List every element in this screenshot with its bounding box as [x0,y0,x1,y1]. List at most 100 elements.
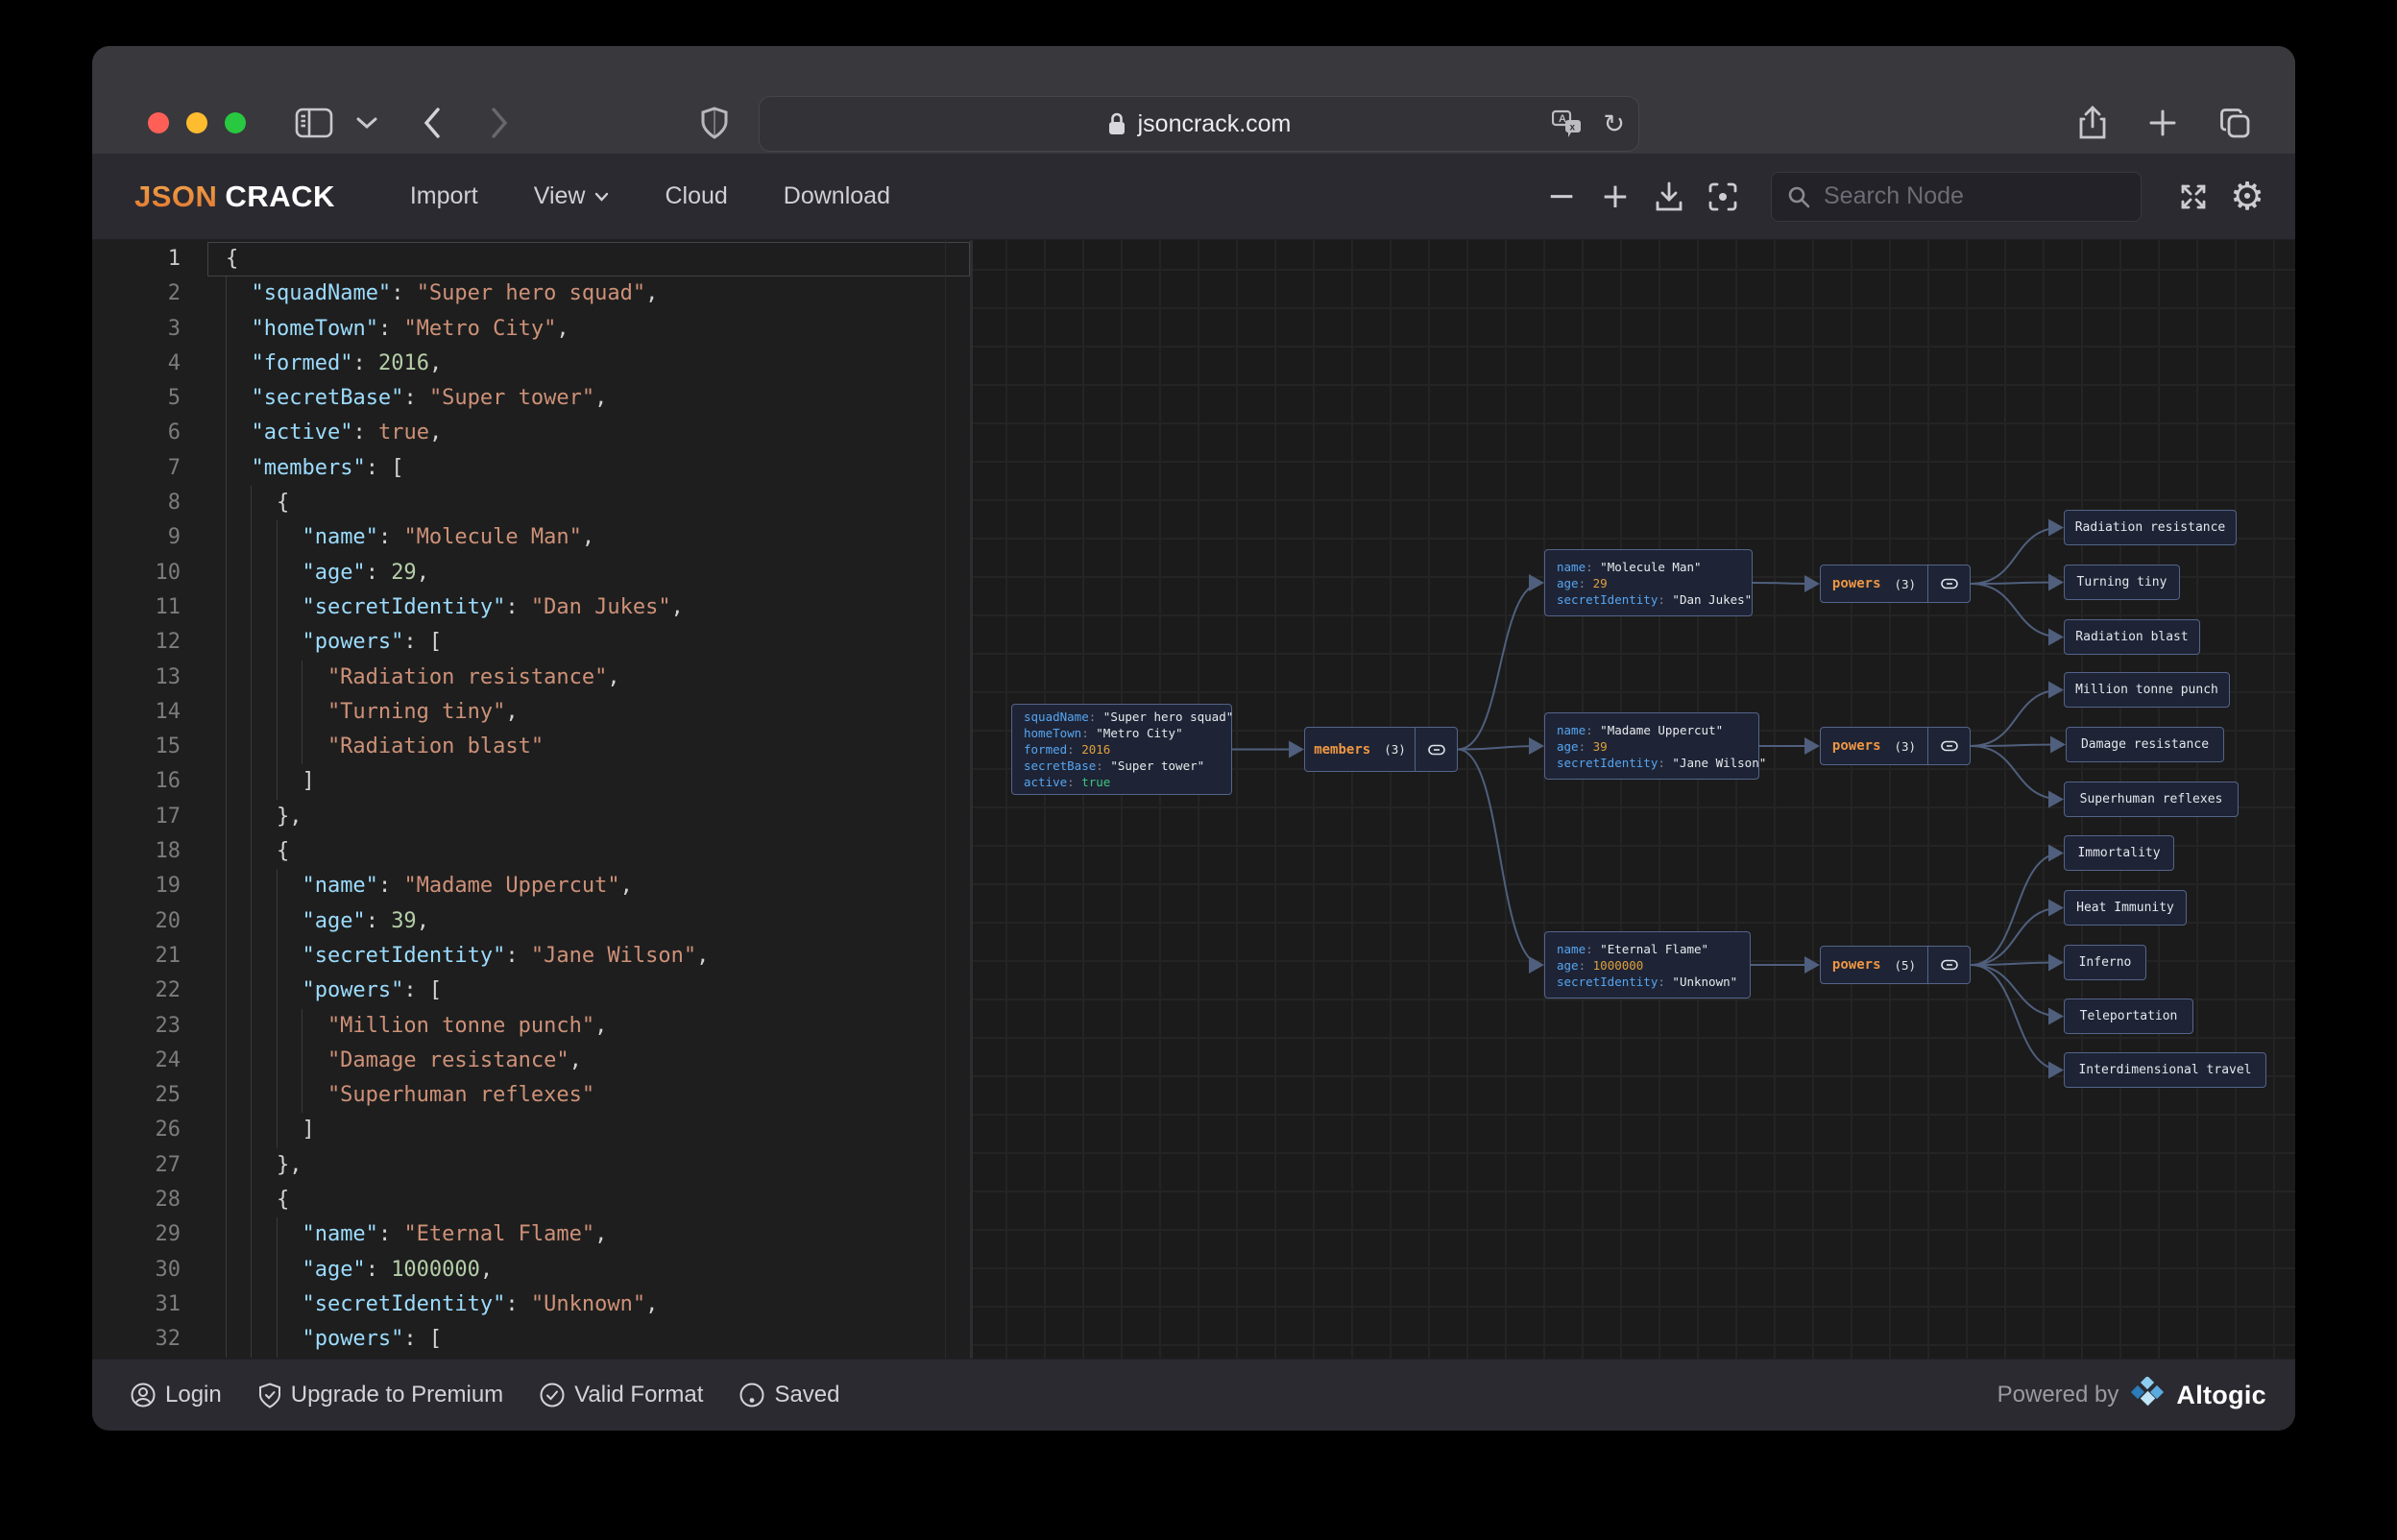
line-number: 27 [155,1152,182,1177]
code-line: 18{ [92,834,970,869]
graph-node-tel[interactable]: Teleportation [2064,999,2193,1034]
line-number: 11 [155,594,182,619]
graph-node-sr[interactable]: Superhuman reflexes [2064,782,2239,817]
status-bar: Login Upgrade to Premium Valid Format Sa… [92,1359,2295,1431]
main-content: 1{2 "squadName": "Super hero squad", 3 "hom… [92,240,2295,1359]
lock-icon [1108,112,1125,134]
tab-overview-button[interactable] [2213,100,2259,146]
code-line: 17}, [92,800,970,834]
graph-node-imm[interactable]: Immortality [2064,835,2174,871]
line-number: 8 [167,491,181,516]
menu-download[interactable]: Download [784,182,890,210]
expand-link-icon[interactable] [1927,947,1970,983]
line-number: 2 [167,281,181,306]
line-number: 23 [155,1013,182,1038]
translate-button[interactable]: A x [1552,97,1585,151]
code-line: 13 "Radiation resistance", [92,661,970,695]
graph-node-inf[interactable]: Inferno [2064,945,2146,980]
line-number: 7 [167,455,181,480]
minimize-window-button[interactable] [186,112,207,133]
line-number: 30 [155,1257,182,1282]
chevron-down-icon [356,117,377,130]
shield-check-icon [258,1382,280,1408]
expand-link-icon[interactable] [1927,565,1970,602]
download-icon [1656,181,1683,210]
menu-view[interactable]: View [534,182,610,210]
graph-node-rb[interactable]: Radiation blast [2064,619,2200,655]
close-window-button[interactable] [148,112,169,133]
download-image-button[interactable] [1642,170,1696,224]
toolbar-chevron-button[interactable] [344,100,390,146]
code-line: 4 "formed": 2016, [92,347,970,381]
code-line: 14 "Turning tiny", [92,695,970,730]
line-number: 5 [167,386,181,411]
menu-cloud[interactable]: Cloud [665,182,727,210]
code-line: 29 "name": "Eternal Flame", [92,1217,970,1252]
logo-crack: CRACK [225,179,335,213]
json-editor[interactable]: 1{2 "squadName": "Super hero squad", 3 "hom… [92,240,970,1359]
line-number: 15 [155,734,182,759]
line-number: 29 [155,1222,182,1247]
app-logo[interactable]: JSON CRACK [134,180,335,214]
graph-node-root[interactable]: squadName: "Super hero squad" homeTown: "… [1011,704,1233,795]
upgrade-premium-button[interactable]: Upgrade to Premium [258,1382,503,1408]
line-number: 17 [155,804,182,829]
line-number: 12 [155,630,182,655]
search-icon [1788,186,1810,207]
graph-node-molecule[interactable]: name: "Molecule Man" age: 29 secretIdentit… [1544,549,1753,616]
new-tab-button[interactable] [2140,100,2186,146]
url-bar[interactable]: jsoncrack.com A x ↻ [759,96,1639,152]
browser-toolbar: jsoncrack.com A x ↻ [92,46,2295,154]
graph-node-hi[interactable]: Heat Immunity [2064,890,2187,926]
svg-text:A: A [1559,113,1566,125]
graph-node-madame[interactable]: name: "Madame Uppercut" age: 39 secretIden… [1544,712,1766,780]
graph-node-eternal[interactable]: name: "Eternal Flame" age: 1000000 secretI… [1544,931,1751,999]
graph-node-rr[interactable]: Radiation resistance [2064,510,2237,545]
settings-button[interactable]: ⚙ [2220,170,2274,224]
sidebar-icon [295,108,333,138]
line-number: 18 [155,839,182,864]
url-text: jsoncrack.com [1137,109,1292,137]
graph-node-tt[interactable]: Turning tiny [2064,565,2180,600]
search-node-input[interactable]: Search Node [1771,171,2142,222]
menu-import[interactable]: Import [410,182,478,210]
code-line: 7 "members": [ [92,451,970,486]
zoom-out-button[interactable]: − [1535,170,1588,224]
graph-node-powers5[interactable]: powers (5) [1820,946,1971,984]
graph-canvas[interactable]: squadName: "Super hero squad" homeTown: "… [970,240,2295,1359]
check-circle-icon [540,1383,565,1408]
login-button[interactable]: Login [131,1382,222,1408]
share-icon [2079,106,2106,139]
forward-button[interactable] [476,100,522,146]
code-line: 9 "name": "Molecule Man", [92,520,970,555]
graph-node-mtp[interactable]: Million tonne punch [2064,672,2230,708]
fullscreen-button[interactable] [2167,170,2220,224]
graph-node-members[interactable]: members (3) [1304,727,1458,772]
powered-by-altogic-link[interactable]: Powered by Altogic [1998,1377,2266,1413]
graph-node-it[interactable]: Interdimensional travel [2064,1052,2266,1088]
code-line: 32 "powers": [ [92,1322,970,1357]
expand-link-icon[interactable] [1927,728,1970,764]
zoom-window-button[interactable] [225,112,246,133]
reload-button[interactable]: ↻ [1603,97,1625,151]
line-number: 22 [155,978,182,1003]
sidebar-toggle-button[interactable] [291,100,337,146]
line-number: 31 [155,1291,182,1316]
expand-link-icon[interactable] [1415,728,1457,771]
back-button[interactable] [409,100,455,146]
back-icon [424,108,440,138]
translate-icon: A x [1552,109,1581,137]
code-line: 1{ [92,242,970,277]
graph-node-powers2[interactable]: powers (3) [1820,727,1971,765]
share-button[interactable] [2070,100,2116,146]
code-line: 16] [92,764,970,799]
code-line: 11 "secretIdentity": "Dan Jukes", [92,590,970,625]
zoom-in-button[interactable]: + [1588,170,1642,224]
privacy-report-button[interactable] [691,100,738,146]
center-focus-button[interactable] [1696,170,1750,224]
graph-node-powers1[interactable]: powers (3) [1820,565,1971,603]
graph-node-dr[interactable]: Damage resistance [2066,727,2224,762]
saved-status: Saved [739,1382,840,1408]
line-number: 20 [155,908,182,933]
code-line: 26] [92,1113,970,1147]
